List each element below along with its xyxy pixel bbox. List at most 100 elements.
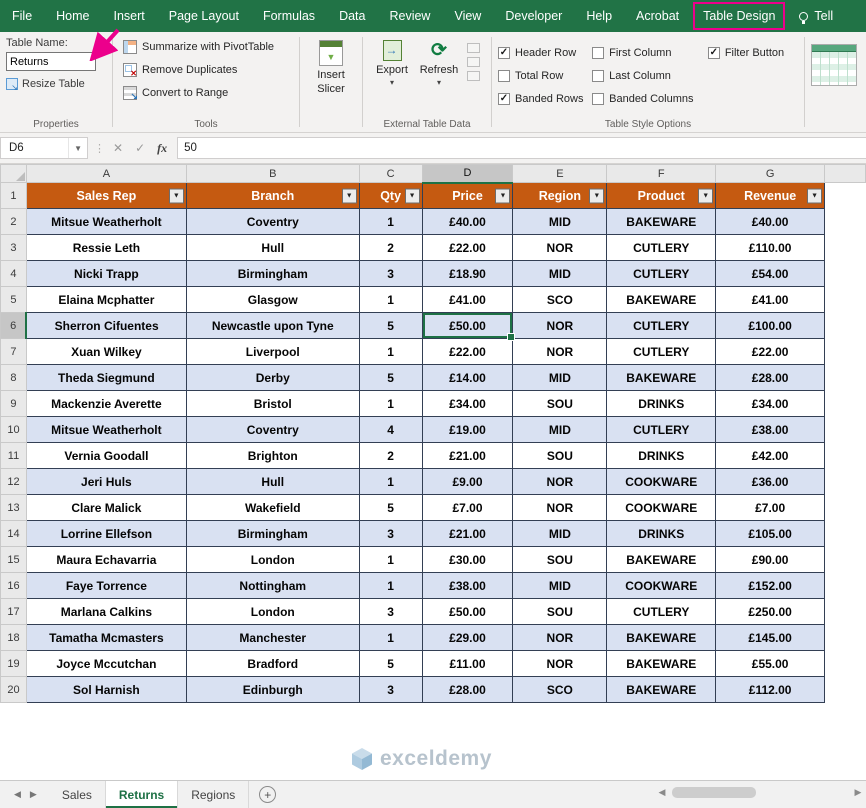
cell-E4[interactable]: MID (513, 261, 607, 287)
table-styles-gallery[interactable] (805, 32, 863, 132)
ribbon-tab-view[interactable]: View (442, 0, 493, 32)
enter-icon[interactable]: ✓ (135, 141, 145, 155)
cell-B10[interactable]: Coventry (186, 417, 359, 443)
cell-B6[interactable]: Newcastle upon Tyne (186, 313, 359, 339)
cell-G3[interactable]: £110.00 (716, 235, 825, 261)
cell-F6[interactable]: CUTLERY (607, 313, 716, 339)
cell-D11[interactable]: £21.00 (422, 443, 513, 469)
cell-A12[interactable]: Jeri Huls (26, 469, 186, 495)
cell-E18[interactable]: NOR (513, 625, 607, 651)
row-header-12[interactable]: 12 (1, 469, 27, 495)
cell-C4[interactable]: 3 (359, 261, 422, 287)
row-header-14[interactable]: 14 (1, 521, 27, 547)
cell-D7[interactable]: £22.00 (422, 339, 513, 365)
column-header-D[interactable]: D (422, 165, 513, 183)
ribbon-tab-review[interactable]: Review (377, 0, 442, 32)
ribbon-tab-formulas[interactable]: Formulas (251, 0, 327, 32)
ribbon-tab-acrobat[interactable]: Acrobat (624, 0, 691, 32)
cell-G20[interactable]: £112.00 (716, 677, 825, 703)
checkbox-header-row[interactable]: ✓Header Row (498, 41, 592, 64)
row-header-2[interactable]: 2 (1, 209, 27, 235)
cell-E15[interactable]: SOU (513, 547, 607, 573)
cell-A5[interactable]: Elaina Mcphatter (26, 287, 186, 313)
cell-C3[interactable]: 2 (359, 235, 422, 261)
ribbon-tab-insert[interactable]: Insert (102, 0, 157, 32)
cell-B16[interactable]: Nottingham (186, 573, 359, 599)
ribbon-tab-tell[interactable]: Tell (787, 0, 845, 32)
cell-C16[interactable]: 1 (359, 573, 422, 599)
ribbon-tab-home[interactable]: Home (44, 0, 101, 32)
tools-button-summarize-with-pivottable[interactable]: Summarize with PivotTable (119, 35, 293, 58)
cell-B13[interactable]: Wakefield (186, 495, 359, 521)
cell-F3[interactable]: CUTLERY (607, 235, 716, 261)
cell-D17[interactable]: £50.00 (422, 599, 513, 625)
cell-G2[interactable]: £40.00 (716, 209, 825, 235)
column-header-E[interactable]: E (513, 165, 607, 183)
cell-A8[interactable]: Theda Siegmund (26, 365, 186, 391)
checkbox-last-column[interactable]: Last Column (592, 64, 708, 87)
checkbox-total-row[interactable]: Total Row (498, 64, 592, 87)
cell-D12[interactable]: £9.00 (422, 469, 513, 495)
row-header-1[interactable]: 1 (1, 183, 27, 209)
cell-F15[interactable]: BAKEWARE (607, 547, 716, 573)
cell-C13[interactable]: 5 (359, 495, 422, 521)
cell-G4[interactable]: £54.00 (716, 261, 825, 287)
cell-B7[interactable]: Liverpool (186, 339, 359, 365)
cell-E16[interactable]: MID (513, 573, 607, 599)
cell-E17[interactable]: SOU (513, 599, 607, 625)
cell-G10[interactable]: £38.00 (716, 417, 825, 443)
cell-E8[interactable]: MID (513, 365, 607, 391)
refresh-button[interactable]: ⟳ Refresh ▾ (415, 35, 463, 88)
cell-C10[interactable]: 4 (359, 417, 422, 443)
cell-D4[interactable]: £18.90 (422, 261, 513, 287)
cell-E6[interactable]: NOR (513, 313, 607, 339)
cell-D13[interactable]: £7.00 (422, 495, 513, 521)
insert-slicer-button[interactable]: Insert Slicer (306, 35, 356, 116)
cell-C20[interactable]: 3 (359, 677, 422, 703)
filter-dropdown-qty[interactable]: ▼ (405, 188, 420, 203)
cell-B4[interactable]: Birmingham (186, 261, 359, 287)
cell-F5[interactable]: BAKEWARE (607, 287, 716, 313)
cell-E11[interactable]: SOU (513, 443, 607, 469)
cell-B8[interactable]: Derby (186, 365, 359, 391)
row-header-8[interactable]: 8 (1, 365, 27, 391)
column-header-C[interactable]: C (359, 165, 422, 183)
row-header-11[interactable]: 11 (1, 443, 27, 469)
cell-A9[interactable]: Mackenzie Averette (26, 391, 186, 417)
cell-A11[interactable]: Vernia Goodall (26, 443, 186, 469)
checkbox-first-column[interactable]: First Column (592, 41, 708, 64)
new-sheet-button[interactable]: + (259, 786, 276, 803)
row-header-4[interactable]: 4 (1, 261, 27, 287)
checkbox-filter-button[interactable]: ✓Filter Button (708, 41, 798, 64)
filter-dropdown-revenue[interactable]: ▼ (807, 188, 822, 203)
tools-button-remove-duplicates[interactable]: Remove Duplicates (119, 58, 293, 81)
cell-A17[interactable]: Marlana Calkins (26, 599, 186, 625)
cell-D2[interactable]: £40.00 (422, 209, 513, 235)
cell-G11[interactable]: £42.00 (716, 443, 825, 469)
checkbox-banded-rows[interactable]: ✓Banded Rows (498, 87, 592, 110)
cell-G19[interactable]: £55.00 (716, 651, 825, 677)
cell-B19[interactable]: Bradford (186, 651, 359, 677)
row-header-5[interactable]: 5 (1, 287, 27, 313)
cell-B15[interactable]: London (186, 547, 359, 573)
cell-C7[interactable]: 1 (359, 339, 422, 365)
column-header-G[interactable]: G (716, 165, 825, 183)
row-header-6[interactable]: 6 (1, 313, 27, 339)
row-header-10[interactable]: 10 (1, 417, 27, 443)
cell-A15[interactable]: Maura Echavarria (26, 547, 186, 573)
cell-F18[interactable]: BAKEWARE (607, 625, 716, 651)
cell-A20[interactable]: Sol Harnish (26, 677, 186, 703)
select-all-corner[interactable] (1, 165, 27, 183)
sheet-nav-left-icon[interactable]: ◀ (14, 789, 21, 800)
table-header-qty[interactable]: Qty▼ (359, 183, 422, 209)
table-header-product[interactable]: Product▼ (607, 183, 716, 209)
ribbon-tab-table-design[interactable]: Table Design (693, 2, 785, 30)
cell-D8[interactable]: £14.00 (422, 365, 513, 391)
scrollbar-track[interactable] (670, 787, 850, 798)
sheet-tab-sales[interactable]: Sales (49, 781, 106, 808)
table-header-region[interactable]: Region▼ (513, 183, 607, 209)
cell-D16[interactable]: £38.00 (422, 573, 513, 599)
cell-C15[interactable]: 1 (359, 547, 422, 573)
cell-B12[interactable]: Hull (186, 469, 359, 495)
checkbox-banded-columns[interactable]: Banded Columns (592, 87, 708, 110)
